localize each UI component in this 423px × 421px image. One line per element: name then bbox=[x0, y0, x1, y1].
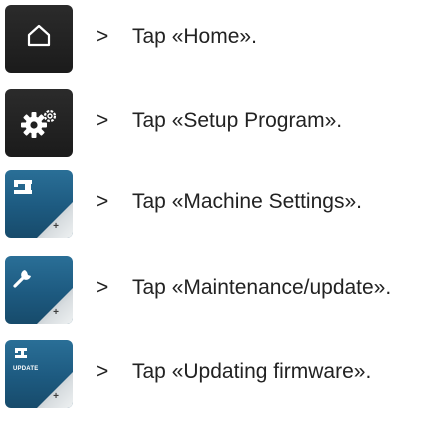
updating-firmware-button[interactable]: UPDATE + bbox=[5, 340, 73, 408]
home-icon bbox=[27, 24, 51, 47]
gears-icon bbox=[21, 109, 57, 138]
step-text: Tap «Home». bbox=[132, 25, 257, 48]
plus-sign: + bbox=[53, 307, 59, 318]
step-arrow: > bbox=[96, 109, 109, 132]
step-setup-program: > Tap «Setup Program». bbox=[0, 89, 423, 159]
setup-program-button[interactable] bbox=[5, 89, 73, 157]
update-label: UPDATE bbox=[13, 366, 39, 372]
step-arrow: > bbox=[96, 190, 109, 213]
step-updating-firmware: UPDATE + > Tap «Updating firmware». bbox=[0, 340, 423, 410]
machine-settings-button[interactable]: + bbox=[5, 170, 73, 238]
maintenance-update-button[interactable]: + bbox=[5, 256, 73, 324]
step-arrow: > bbox=[96, 276, 109, 299]
step-arrow: > bbox=[96, 25, 109, 48]
step-machine-settings: + > Tap «Machine Settings». bbox=[0, 170, 423, 240]
step-text: Tap «Updating firmware». bbox=[132, 360, 372, 383]
step-text: Tap «Setup Program». bbox=[132, 109, 343, 132]
plus-sign: + bbox=[53, 221, 59, 232]
step-text: Tap «Maintenance/update». bbox=[132, 276, 392, 299]
plus-sign: + bbox=[53, 391, 59, 402]
step-home: > Tap «Home». bbox=[0, 5, 423, 75]
step-text: Tap «Machine Settings». bbox=[132, 190, 362, 213]
home-button[interactable] bbox=[5, 5, 73, 73]
step-maintenance-update: + > Tap «Maintenance/update». bbox=[0, 256, 423, 326]
step-arrow: > bbox=[96, 360, 109, 383]
